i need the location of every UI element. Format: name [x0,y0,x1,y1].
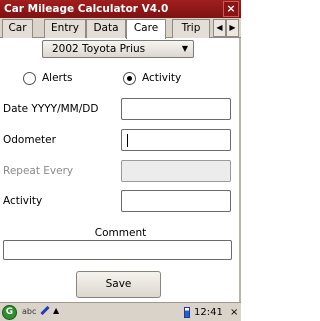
odometer-label: Odometer [3,134,56,146]
date-label: Date YYYY/MM/DD [3,103,99,115]
date-field[interactable] [121,98,231,120]
alerts-radio[interactable] [23,72,36,85]
vehicle-select[interactable]: 2002 Toyota Prius ▼ [42,40,194,58]
vehicle-select-value: 2002 Toyota Prius [52,43,146,55]
tab-trip[interactable]: Trip [172,19,210,38]
comment-field[interactable] [3,240,232,260]
tab-scroll-left-icon[interactable]: ◀ [213,19,226,37]
app-screen: Car Mileage Calculator V4.0 × Car Entry … [0,0,241,321]
pen-icon[interactable] [40,305,50,316]
close-button[interactable]: × [223,1,239,17]
tab-scroll-right-icon[interactable]: ▶ [226,19,239,37]
activity-label: Activity [3,195,43,207]
window-title: Car Mileage Calculator V4.0 [4,3,169,15]
tab-entry[interactable]: Entry [44,19,86,38]
tab-care[interactable]: Care [126,19,166,39]
repeat-every-label: Repeat Every [3,165,74,177]
taskbar: G abc ▲ 12:41 AM × [0,302,241,321]
activity-radio[interactable] [123,72,136,85]
panel-edge [239,38,241,302]
tab-data[interactable]: Data [86,19,126,38]
title-bar: Car Mileage Calculator V4.0 × [0,0,241,18]
chevron-down-icon: ▼ [181,44,188,53]
repeat-every-field [121,160,231,182]
activity-radio-label[interactable]: Activity [142,72,181,85]
taskbar-close-icon[interactable]: × [230,306,238,319]
keyboard-input-icon[interactable]: abc [22,307,36,316]
input-menu-arrow-icon[interactable]: ▲ [53,306,59,315]
save-button[interactable]: Save [76,271,161,298]
tab-bar: Car Entry Data Care Trip ◀ ▶ [0,18,241,39]
battery-icon [184,307,190,318]
alerts-radio-label[interactable]: Alerts [42,72,72,85]
start-menu-icon[interactable]: G [2,305,17,320]
odometer-field[interactable] [121,129,231,151]
text-caret [127,134,128,147]
tab-car[interactable]: Car [2,19,33,38]
activity-field[interactable] [121,190,231,212]
comment-label: Comment [94,227,147,239]
